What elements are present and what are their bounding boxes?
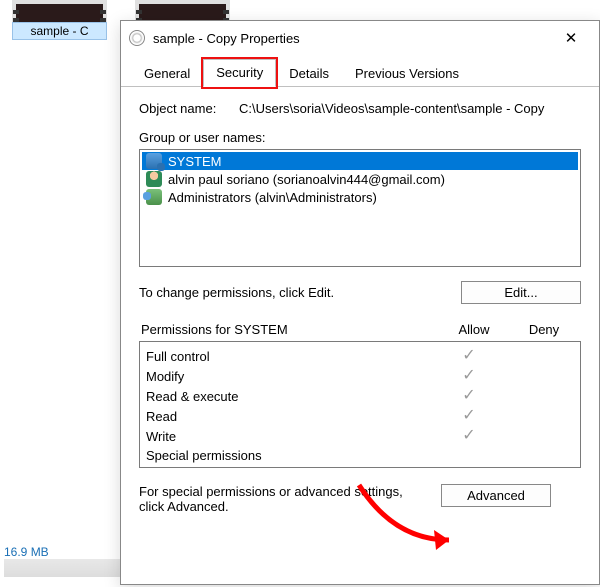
permission-name: Read [146,409,434,424]
close-button[interactable]: ✕ [551,24,591,52]
titlebar[interactable]: sample - Copy Properties ✕ [121,21,599,55]
tab-bar: General Security Details Previous Versio… [121,59,599,87]
tab-previous-versions[interactable]: Previous Versions [342,60,472,87]
permissions-header: Permissions for SYSTEM Allow Deny [139,322,581,341]
group-user-item[interactable]: alvin paul soriano (sorianoalvin444@gmai… [142,170,578,188]
permission-row: Read✓ [146,406,574,426]
permission-name: Modify [146,369,434,384]
object-name-label: Object name: [139,101,239,116]
admins-icon [146,189,162,205]
permission-name: Read & execute [146,389,434,404]
allow-col-header: Allow [439,322,509,337]
group-user-name: Administrators (alvin\Administrators) [168,190,377,205]
file-size-label: 16.9 MB [4,545,124,559]
group-user-list[interactable]: SYSTEM alvin paul soriano (sorianoalvin44… [139,149,581,267]
object-name-row: Object name: C:\Users\soria\Videos\sampl… [139,101,581,116]
permission-row: Full control✓ [146,346,574,366]
permission-row: Write✓ [146,426,574,446]
security-panel: Object name: C:\Users\soria\Videos\sampl… [121,87,599,524]
permission-row: Special permissions [146,446,574,465]
advanced-button[interactable]: Advanced [441,484,551,507]
status-bar-strip [4,559,124,577]
window-title: sample - Copy Properties [153,31,300,46]
file-thumb-1[interactable]: sample - C [12,0,107,40]
user-icon [146,171,162,187]
group-user-item[interactable]: SYSTEM [142,152,578,170]
edit-button[interactable]: Edit... [461,281,581,304]
advanced-hint: For special permissions or advanced sett… [139,484,429,514]
group-user-name: alvin paul soriano (sorianoalvin444@gmai… [168,172,445,187]
system-icon [146,153,162,169]
permission-name: Special permissions [146,448,434,463]
group-user-name: SYSTEM [168,154,221,169]
video-icon [12,0,107,22]
properties-window: sample - Copy Properties ✕ General Secur… [120,20,600,585]
file-name-label: sample - C [12,22,107,40]
tab-security[interactable]: Security [203,59,276,87]
group-user-item[interactable]: Administrators (alvin\Administrators) [142,188,578,206]
object-name-value: C:\Users\soria\Videos\sample-content\sam… [239,101,581,116]
allow-check-icon: ✓ [434,408,504,424]
permissions-for-label: Permissions for SYSTEM [141,322,439,337]
tab-general[interactable]: General [131,60,203,87]
allow-check-icon: ✓ [434,348,504,364]
permission-row: Read & execute✓ [146,386,574,406]
tab-details[interactable]: Details [276,60,342,87]
allow-check-icon: ✓ [434,428,504,444]
permission-row: Modify✓ [146,366,574,386]
permission-name: Full control [146,349,434,364]
permissions-list: Full control✓Modify✓Read & execute✓Read✓… [139,341,581,468]
app-icon [129,30,145,46]
video-icon [135,0,230,22]
permission-name: Write [146,429,434,444]
allow-check-icon: ✓ [434,368,504,384]
status-bar: 16.9 MB [0,545,124,577]
allow-check-icon: ✓ [434,388,504,404]
deny-col-header: Deny [509,322,579,337]
group-names-label: Group or user names: [139,130,581,145]
edit-hint: To change permissions, click Edit. [139,285,461,300]
